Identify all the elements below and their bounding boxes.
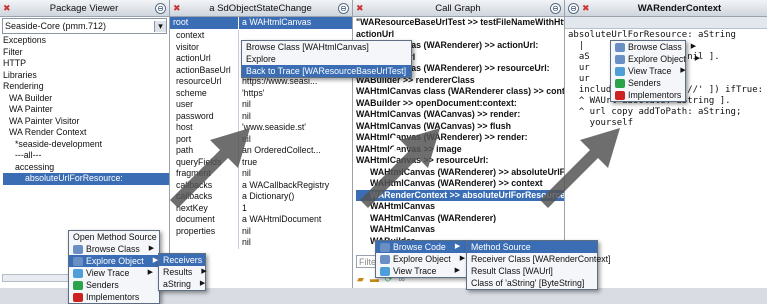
step-number-3: 3 <box>568 134 582 158</box>
step-number-2: 2 <box>388 134 402 158</box>
menu-item-label: Implementors <box>86 292 140 302</box>
context-menu-item[interactable]: Implementors <box>69 291 159 303</box>
step-arrows <box>170 128 620 208</box>
menu-item-icon <box>73 292 83 302</box>
step-number-1: 1 <box>198 134 212 158</box>
